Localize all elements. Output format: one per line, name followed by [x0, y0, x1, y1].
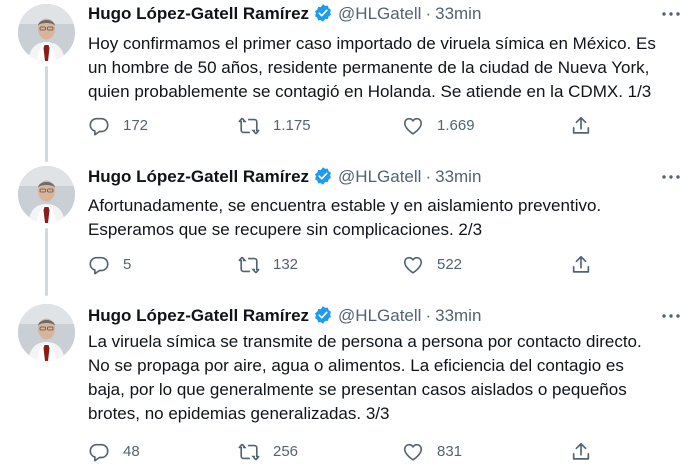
verified-icon — [313, 166, 333, 186]
reply-button[interactable]: 5 — [88, 251, 131, 279]
tweet-text-line: La viruela símica se transmite de person… — [88, 332, 642, 351]
share-button[interactable] — [570, 251, 605, 279]
like-icon — [402, 254, 437, 276]
more-icon[interactable] — [660, 306, 682, 326]
retweet-count: 132 — [273, 256, 299, 273]
retweet-count: 1.175 — [273, 117, 311, 134]
retweet-icon — [238, 441, 273, 463]
tweet-text-line: Esperamos que se recupere sin complicaci… — [88, 220, 483, 239]
tweet-text: Hoy confirmamos el primer caso importado… — [88, 32, 688, 104]
tweet-header: Hugo López-Gatell Ramírez @HLGatell · 33min — [88, 166, 481, 188]
retweet-icon — [238, 254, 273, 276]
reply-button[interactable]: 48 — [88, 438, 140, 466]
tweet-text-line: Afortunadamente, se encuentra estable y … — [88, 196, 602, 215]
share-icon — [570, 254, 605, 276]
tweet-text: La viruela símica se transmite de person… — [88, 330, 688, 426]
tweet-text-line: quien probablemente se contagió en Holan… — [88, 82, 652, 101]
author-handle[interactable]: @HLGatell — [338, 167, 421, 186]
share-icon — [570, 115, 605, 137]
separator: · — [425, 4, 432, 23]
reply-count: 5 — [123, 256, 132, 273]
share-icon — [570, 441, 605, 463]
timestamp[interactable]: 33min — [435, 306, 481, 325]
avatar[interactable] — [18, 4, 75, 61]
verified-icon — [313, 3, 333, 23]
more-icon[interactable] — [660, 167, 682, 187]
like-button[interactable]: 1.669 — [402, 112, 475, 140]
retweet-button[interactable]: 256 — [238, 438, 298, 466]
more-icon[interactable] — [660, 4, 682, 24]
reply-icon — [88, 441, 123, 463]
retweet-count: 256 — [273, 443, 299, 460]
retweet-button[interactable]: 132 — [238, 251, 298, 279]
tweet-header: Hugo López-Gatell Ramírez @HLGatell · 33min — [88, 305, 481, 327]
thread-line — [45, 66, 48, 162]
timestamp[interactable]: 33min — [435, 167, 481, 186]
tweet-text-line: baja, por lo que generalmente se present… — [88, 380, 627, 399]
tweet-text-line: Hoy confirmamos el primer caso importado… — [88, 34, 656, 53]
separator: · — [425, 306, 432, 325]
author-handle[interactable]: @HLGatell — [338, 4, 421, 23]
author-handle[interactable]: @HLGatell — [338, 306, 421, 325]
tweet-text-line: brotes, no epidemias generalizadas. 3/3 — [88, 404, 390, 423]
reply-icon — [88, 115, 123, 137]
tweet-actions: 5 132 522 — [88, 251, 608, 279]
avatar[interactable] — [18, 304, 75, 361]
tweet-text-line: un hombre de 50 años, residente permanen… — [88, 58, 650, 77]
like-button[interactable]: 831 — [402, 438, 462, 466]
like-count: 1.669 — [437, 117, 475, 134]
tweet-header: Hugo López-Gatell Ramírez @HLGatell · 33min — [88, 3, 481, 25]
separator: · — [425, 167, 432, 186]
reply-count: 48 — [123, 443, 140, 460]
author-name[interactable]: Hugo López-Gatell Ramírez — [88, 306, 309, 325]
reply-icon — [88, 254, 123, 276]
like-button[interactable]: 522 — [402, 251, 462, 279]
thread-line — [45, 228, 48, 296]
share-button[interactable] — [570, 112, 605, 140]
retweet-button[interactable]: 1.175 — [238, 112, 311, 140]
avatar[interactable] — [18, 166, 75, 223]
reply-count: 172 — [123, 117, 149, 134]
retweet-icon — [238, 115, 273, 137]
tweet-actions: 172 1.175 1.669 — [88, 112, 608, 140]
tweet-text: Afortunadamente, se encuentra estable y … — [88, 194, 688, 242]
timestamp[interactable]: 33min — [435, 4, 481, 23]
like-icon — [402, 115, 437, 137]
like-count: 831 — [437, 443, 463, 460]
like-count: 522 — [437, 256, 463, 273]
tweet-text-line: No se propaga por aire, agua o alimentos… — [88, 356, 624, 375]
like-icon — [402, 441, 437, 463]
tweet-actions: 48 256 831 — [88, 438, 608, 466]
reply-button[interactable]: 172 — [88, 112, 148, 140]
author-name[interactable]: Hugo López-Gatell Ramírez — [88, 167, 309, 186]
verified-icon — [313, 305, 333, 325]
author-name[interactable]: Hugo López-Gatell Ramírez — [88, 4, 309, 23]
share-button[interactable] — [570, 438, 605, 466]
